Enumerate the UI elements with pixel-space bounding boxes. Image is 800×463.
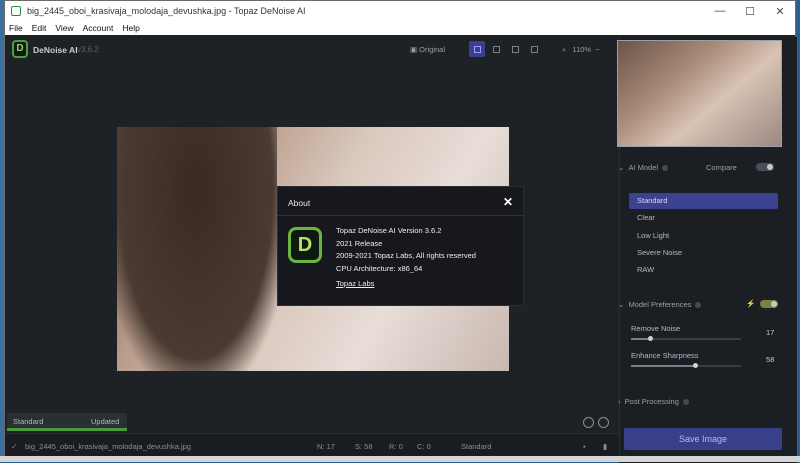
original-toggle[interactable]: ▣ Original xyxy=(410,45,445,54)
menu-account[interactable]: Account xyxy=(83,23,114,33)
noise-value: N: 17 xyxy=(317,442,335,451)
compare-view-button[interactable] xyxy=(526,41,542,57)
menu-edit[interactable]: Edit xyxy=(32,23,47,33)
ai-model-label: AI Model xyxy=(628,163,659,172)
collapse-icon: ⌄ xyxy=(618,300,625,309)
menu-bar: File Edit View Account Help xyxy=(5,21,795,35)
auto-icon: ⚡ xyxy=(746,299,756,308)
topaz-labs-link[interactable]: Topaz Labs xyxy=(336,279,374,288)
help-icon[interactable] xyxy=(682,399,689,406)
progress-bar xyxy=(7,428,127,431)
taskbar xyxy=(0,456,800,462)
compare-grid-icon xyxy=(530,45,538,53)
enhance-sharpness-fill xyxy=(631,365,695,367)
single-view-button[interactable] xyxy=(469,41,485,57)
status-badge: Standard Updated xyxy=(7,413,127,431)
original-icon: ▣ xyxy=(410,45,420,54)
menu-help[interactable]: Help xyxy=(122,23,139,33)
check-icon: ✓ xyxy=(11,442,18,451)
model-low-light[interactable]: Low Light xyxy=(629,228,778,244)
status-badge-state: Updated xyxy=(91,417,120,426)
about-title: About xyxy=(288,198,311,208)
title-bar: big_2445_oboi_krasivaja_molodaja_devushk… xyxy=(5,1,795,21)
help-icon[interactable] xyxy=(695,302,702,309)
about-copyright: 2009-2021 Topaz Labs, All rights reserve… xyxy=(336,251,476,260)
model-raw[interactable]: RAW xyxy=(629,262,778,278)
photo-content xyxy=(117,127,277,371)
navigator-thumbnail[interactable] xyxy=(617,40,782,147)
app-icon xyxy=(11,6,21,16)
enhance-sharpness-value[interactable]: 58 xyxy=(766,355,774,364)
brand-name: DeNoise AI xyxy=(33,45,78,55)
file-status-bar: ✓ big_2445_oboi_krasivaja_molodaja_devus… xyxy=(5,433,619,457)
about-version: Topaz DeNoise AI Version 3.6.2 xyxy=(336,226,442,235)
face-recovery-icon[interactable] xyxy=(598,417,609,428)
remove-noise-label: Remove Noise xyxy=(631,324,681,333)
side-by-side-view-button[interactable] xyxy=(507,41,523,57)
split-view-icon xyxy=(492,45,500,53)
app-logo: D xyxy=(12,40,28,58)
enhance-sharpness-label: Enhance Sharpness xyxy=(631,351,699,360)
split-view-button[interactable] xyxy=(488,41,504,57)
remove-noise-value[interactable]: 17 xyxy=(766,328,774,337)
single-view-icon xyxy=(473,45,481,53)
original-label: Original xyxy=(419,45,446,54)
enhance-sharpness-slider[interactable] xyxy=(631,365,741,367)
remove-noise-fill xyxy=(631,338,650,340)
post-processing-label: Post Processing xyxy=(624,397,679,406)
color-value: C: 0 xyxy=(417,442,431,451)
save-image-button[interactable]: Save Image xyxy=(624,428,782,450)
zoom-control[interactable]: ⌕ 110% − xyxy=(562,45,600,55)
model-preferences-header[interactable]: ⌄ Model Preferences xyxy=(618,300,702,309)
compare-label: Compare xyxy=(706,163,737,172)
auto-toggle[interactable] xyxy=(760,300,778,308)
divider xyxy=(278,215,523,216)
minimize-button[interactable]: — xyxy=(705,5,735,17)
close-icon[interactable]: ✕ xyxy=(503,195,513,209)
about-logo: D xyxy=(288,227,322,263)
about-dialog: About ✕ D Topaz DeNoise AI Version 3.6.2… xyxy=(277,186,524,306)
zoom-minus[interactable]: − xyxy=(595,45,599,54)
collapse-icon: ⌄ xyxy=(618,163,625,172)
post-processing-header[interactable]: › Post Processing xyxy=(618,397,689,406)
maximize-button[interactable]: ☐ xyxy=(735,5,765,18)
ai-model-header[interactable]: ⌄ AI Model xyxy=(618,163,669,172)
model-severe-noise[interactable]: Severe Noise xyxy=(629,245,778,261)
menu-view[interactable]: View xyxy=(55,23,73,33)
model-name: Standard xyxy=(461,442,492,451)
brand-version: v3.6.2 xyxy=(77,45,99,54)
remove-noise-handle[interactable] xyxy=(647,336,653,341)
trash-icon[interactable]: ▮ xyxy=(603,442,607,451)
recover-value: R: 0 xyxy=(389,442,403,451)
collapse-icon: › xyxy=(618,397,621,406)
top-toolbar: D DeNoise AI v3.6.2 ▣ Original ⌕ 110% − xyxy=(5,37,619,63)
sharpen-value: S: 58 xyxy=(355,442,373,451)
face-icon[interactable] xyxy=(583,417,594,428)
about-release: 2021 Release xyxy=(336,238,383,248)
about-cpu: CPU Architecture: x86_64 xyxy=(336,263,423,273)
enhance-sharpness-handle[interactable] xyxy=(692,363,698,368)
zoom-value: 110% xyxy=(572,45,592,54)
file-name[interactable]: big_2445_oboi_krasivaja_molodaja_devushk… xyxy=(25,442,191,451)
close-window-button[interactable]: ✕ xyxy=(765,5,795,18)
model-clear[interactable]: Clear xyxy=(629,210,778,226)
window-title: big_2445_oboi_krasivaja_molodaja_devushk… xyxy=(27,6,306,16)
help-icon[interactable] xyxy=(662,165,669,172)
status-badge-model: Standard xyxy=(13,417,44,426)
about-info: Topaz DeNoise AI Version 3.6.2 2021 Rele… xyxy=(336,225,476,275)
menu-file[interactable]: File xyxy=(9,23,23,33)
compare-toggle[interactable] xyxy=(756,163,774,171)
side-by-side-icon xyxy=(511,45,519,53)
model-standard[interactable]: Standard xyxy=(629,193,778,209)
preview-icon[interactable]: ▪ xyxy=(583,442,586,451)
model-preferences-label: Model Preferences xyxy=(628,300,692,309)
zoom-icon: ⌕ xyxy=(562,45,569,54)
